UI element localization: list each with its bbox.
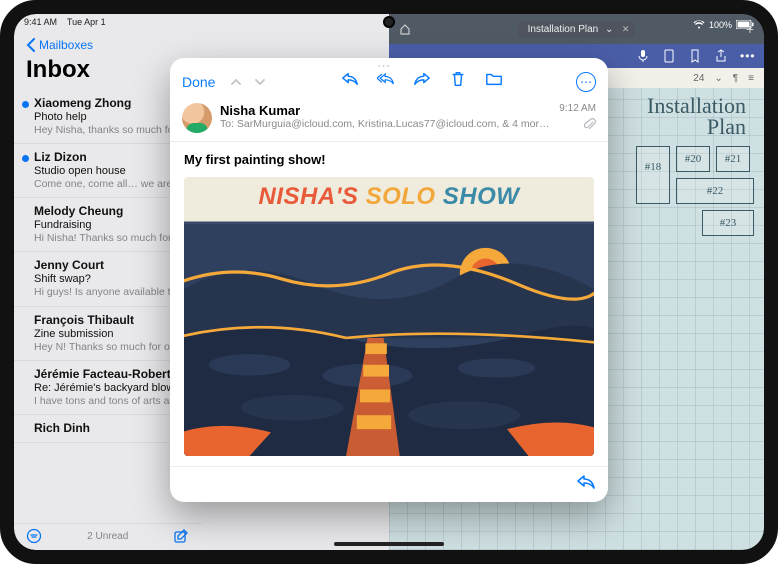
battery-pct: 100% [709,20,732,30]
bookmark-icon[interactable] [688,49,702,63]
done-button[interactable]: Done [182,74,215,90]
inbox-footer: 2 Unread [14,523,202,550]
more-icon[interactable]: ••• [740,49,754,63]
message-body[interactable]: My first painting show! NISHA'S SOLO SHO… [170,142,608,466]
trash-icon[interactable] [449,70,467,93]
move-folder-icon[interactable] [485,70,503,93]
unread-dot-icon [22,155,29,162]
share-icon[interactable] [714,49,728,63]
mailboxes-back-button[interactable]: Mailboxes [14,34,389,52]
sheet-actions [341,70,503,93]
message-time: 9:12 AM [559,103,596,114]
forward-icon[interactable] [413,70,431,93]
wifi-icon [693,20,705,29]
sheet-footer [170,466,608,502]
reply-icon[interactable] [341,70,359,93]
plan-box: #18 [636,146,670,204]
status-right: 100% [693,17,754,32]
home-indicator[interactable] [334,542,444,546]
poster-illustration [184,177,594,456]
recipients-line[interactable]: To: SarMurguia@icloud.com, Kristina.Luca… [220,118,551,130]
sheet-grabber-icon[interactable]: ●●● [378,63,400,67]
front-camera [385,18,393,26]
plan-box: #23 [702,210,754,236]
status-date: Tue Apr 1 [67,17,106,27]
page-icon[interactable] [662,49,676,63]
status-left: 9:41 AM Tue Apr 1 [24,17,106,32]
compose-icon[interactable] [173,528,189,544]
quick-reply-icon[interactable] [576,473,596,496]
mic-icon[interactable] [636,49,650,63]
message-subject: My first painting show! [184,152,594,167]
email-sheet: ●●● Done [170,58,608,502]
chevron-down-icon[interactable] [253,75,267,89]
battery-icon [736,20,754,29]
filter-icon[interactable] [26,528,42,544]
more-actions-button[interactable]: ⋯ [576,72,596,92]
unread-dot-icon [22,101,29,108]
unread-count: 2 Unread [87,531,128,542]
font-size-value[interactable]: 24 [693,73,704,84]
caret-down-icon[interactable]: ⌄ [714,73,722,84]
attachment-icon[interactable] [584,118,596,133]
plan-box: #22 [676,178,754,204]
plan-box: #21 [716,146,750,172]
paragraph-icon[interactable]: ¶ [733,73,738,84]
poster-image: NISHA'S SOLO SHOW [184,177,594,456]
message-header: Nisha Kumar To: SarMurguia@icloud.com, K… [170,99,608,142]
screen: 9:41 AM Tue Apr 1 100% Mailboxes Inbox X… [14,14,764,550]
back-label: Mailboxes [39,38,93,52]
status-time: 9:41 AM [24,17,57,27]
list-icon[interactable]: ≡ [748,73,754,84]
sender-name[interactable]: Nisha Kumar [220,103,551,118]
message-nav [229,75,267,89]
chevron-left-icon [26,38,35,52]
ipad-frame: 9:41 AM Tue Apr 1 100% Mailboxes Inbox X… [0,0,778,564]
plan-box: #20 [676,146,710,172]
reply-all-icon[interactable] [377,70,395,93]
chevron-up-icon[interactable] [229,75,243,89]
sender-avatar[interactable] [182,103,212,133]
